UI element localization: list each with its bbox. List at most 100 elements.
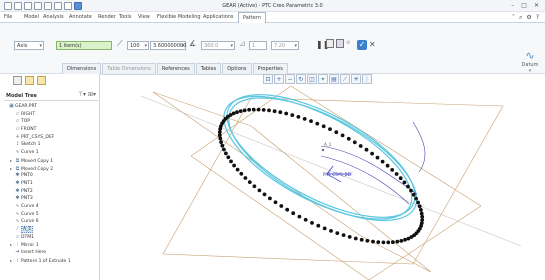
tree-item[interactable]: ∿Curve 6 [4, 218, 98, 226]
tree-item[interactable]: ▸ ⁞ Pattern 1 of Extrude 1 [4, 257, 98, 265]
pattern-member-dot[interactable] [419, 224, 423, 228]
tree-item[interactable]: ∿Curve 5 [4, 211, 98, 219]
pattern-member-dot[interactable] [316, 223, 321, 228]
annotation-display-icon[interactable]: ⋮ [362, 74, 372, 84]
pattern-member-dot[interactable] [403, 237, 407, 242]
maximize-icon[interactable]: □ [521, 2, 527, 9]
pattern-member-dot[interactable] [226, 155, 231, 160]
pattern-member-dot[interactable] [406, 184, 410, 189]
pattern-member-dot[interactable] [358, 144, 363, 148]
pattern-member-dot[interactable] [251, 107, 256, 112]
folder-browser-icon[interactable] [25, 76, 34, 85]
pattern-member-dot[interactable] [409, 188, 413, 193]
pattern-member-dot[interactable] [414, 196, 418, 201]
axis-reference-collector[interactable]: 1 item(s) [56, 41, 112, 50]
member-count-input[interactable]: 100 ▾ [127, 41, 149, 50]
pattern-member-dot[interactable] [375, 155, 380, 160]
pattern-member-dot[interactable] [417, 204, 422, 209]
verify-icon[interactable] [336, 39, 344, 48]
pattern-member-dot[interactable] [247, 107, 252, 112]
tab-tables[interactable]: Tables [195, 63, 222, 75]
pattern-member-dot[interactable] [328, 127, 332, 131]
minimize-icon[interactable]: – [511, 2, 514, 9]
pattern-member-dot[interactable] [273, 200, 278, 205]
datum-icon[interactable]: ⊘ [346, 40, 350, 46]
pattern-member-dot[interactable] [279, 204, 284, 208]
pattern-member-dot[interactable] [239, 171, 244, 176]
tree-item[interactable]: ✛PRT_CSYS_DEF [4, 134, 98, 142]
pattern-member-dot[interactable] [370, 151, 374, 156]
pattern-member-dot[interactable] [359, 237, 364, 242]
pattern-member-dot[interactable] [232, 163, 237, 168]
tab-references[interactable]: References [156, 63, 195, 75]
datum-display-icon[interactable]: ⟋ [340, 74, 350, 84]
tree-item[interactable]: ▸ ⫶ Mirror 1 [4, 241, 98, 249]
repaint-icon[interactable]: ↻ [296, 74, 306, 84]
tab-model[interactable]: Model [24, 14, 39, 20]
pattern-member-dot[interactable] [353, 236, 358, 241]
pattern-member-dot[interactable] [272, 109, 277, 114]
tab-analysis[interactable]: Analysis [43, 14, 64, 20]
pattern-member-dot[interactable] [390, 168, 395, 172]
pattern-member-dot[interactable] [262, 192, 267, 197]
tree-item[interactable]: ▱ TOP [4, 118, 98, 126]
pattern-member-dot[interactable] [231, 111, 236, 116]
spin-center-icon[interactable]: ✳ [351, 74, 361, 84]
pattern-member-dot[interactable] [284, 111, 289, 116]
tab-pattern[interactable]: Pattern [238, 12, 266, 23]
pattern-member-dot[interactable] [321, 124, 326, 129]
pattern-member-dot[interactable] [220, 143, 225, 148]
close-icon[interactable]: ✕ [534, 2, 539, 9]
cancel-button[interactable]: ✕ [369, 40, 376, 49]
tree-item[interactable]: ▸ ⧉ Moved Copy 1 [4, 157, 98, 165]
tab-annotate[interactable]: Annotate [69, 14, 92, 20]
settings-icon[interactable]: ⚙ [526, 14, 531, 22]
tab-view[interactable]: View [138, 14, 150, 20]
display-style-icon[interactable]: ◫ [307, 74, 317, 84]
search-icon[interactable]: ⌕ [519, 14, 522, 22]
pattern-member-dot[interactable] [291, 211, 296, 216]
dropdown-icon[interactable]: ˄ [512, 14, 515, 22]
tree-settings-icon[interactable]: ⊤▾ ⊞▾ [78, 91, 96, 98]
pattern-member-dot[interactable] [395, 239, 400, 244]
pattern-member-dot[interactable] [380, 159, 385, 164]
pattern-type-select[interactable]: Axis ▾ [14, 41, 44, 50]
tab-table-dimensions[interactable]: Table Dimensions [102, 63, 156, 75]
refit-icon[interactable]: ⊡ [263, 74, 273, 84]
tree-item[interactable]: ✱PNT3 [4, 195, 98, 203]
pattern-member-dot[interactable] [285, 207, 290, 212]
pattern-member-dot[interactable] [411, 192, 416, 197]
angular-extent-input[interactable]: 360.0 ▾ [201, 41, 235, 50]
pattern-member-dot[interactable] [309, 119, 313, 123]
pattern-member-dot[interactable] [346, 136, 351, 141]
pattern-member-dot[interactable] [398, 176, 403, 181]
angular-extent-icon[interactable]: ∡ [189, 39, 196, 48]
preview-icon[interactable] [326, 39, 334, 48]
pattern-member-dot[interactable] [261, 108, 266, 112]
pattern-member-dot[interactable] [238, 109, 243, 113]
pattern-member-dot[interactable] [296, 115, 301, 119]
pattern-member-dot[interactable] [256, 107, 261, 112]
second-direction-count-input[interactable]: 1 [249, 41, 267, 50]
tree-item[interactable]: ▣GEAR.PRT [4, 103, 98, 111]
pattern-member-dot[interactable] [302, 117, 307, 121]
tab-applications[interactable]: Applications [203, 14, 234, 20]
tab-flexible-modeling[interactable]: Flexible Modeling [157, 14, 201, 20]
pattern-member-dot[interactable] [381, 240, 386, 245]
zoom-out-icon[interactable]: − [285, 74, 295, 84]
pattern-member-dot[interactable] [257, 188, 262, 193]
zoom-in-icon[interactable]: + [274, 74, 284, 84]
favorites-icon[interactable] [37, 76, 46, 85]
angle-increment-input[interactable]: 3.600000000 ▾ [150, 41, 186, 50]
tree-item[interactable]: ▱ DTM1 [4, 234, 98, 242]
pattern-member-dot[interactable] [247, 180, 252, 184]
pattern-members[interactable] [217, 107, 425, 245]
pattern-member-dot[interactable] [235, 110, 239, 115]
pattern-member-dot[interactable] [310, 221, 314, 225]
pattern-member-dot[interactable] [416, 200, 420, 205]
pattern-member-dot[interactable] [335, 231, 340, 236]
saved-orientations-icon[interactable]: ⌖ [318, 74, 328, 84]
ok-button[interactable]: ✓ [357, 40, 367, 50]
tree-item[interactable]: ▱ FRONT [4, 126, 98, 134]
view-manager-icon[interactable]: ▤ [329, 74, 339, 84]
